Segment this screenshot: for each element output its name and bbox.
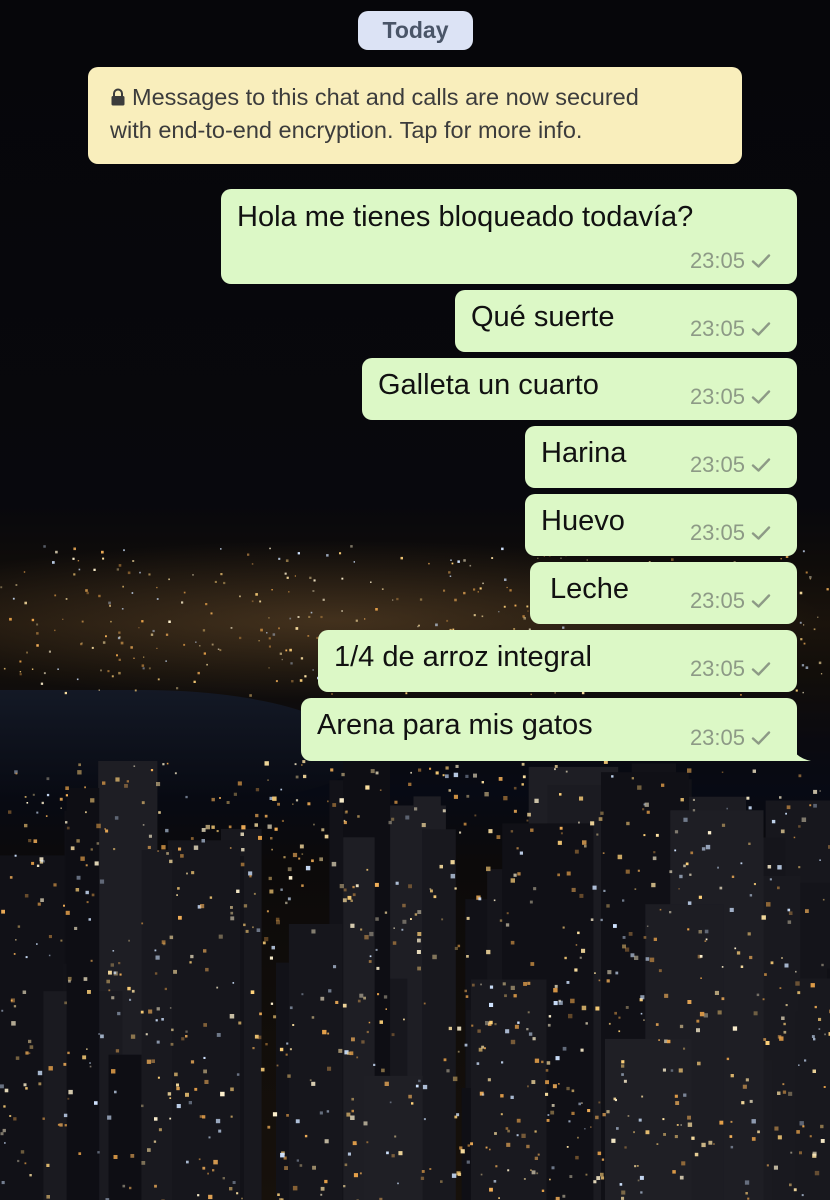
- message-time: 23:05: [689, 248, 745, 273]
- date-separator: Today: [358, 11, 473, 50]
- message-time: 23:05: [689, 656, 745, 681]
- encryption-notice-line-1: Messages to this chat and calls are now …: [110, 81, 724, 114]
- encryption-notice-line-2: with end-to-end encryption. Tap for more…: [110, 114, 724, 147]
- single-check-icon: [751, 458, 771, 472]
- message-time: 23:05: [689, 316, 745, 341]
- message-text: Arena para mis gatos: [317, 709, 593, 741]
- lock-icon: [111, 88, 125, 106]
- message-meta: 23:05: [690, 384, 771, 410]
- single-check-icon: [751, 254, 771, 268]
- single-check-icon: [751, 594, 771, 608]
- message-meta: 23:05: [690, 248, 771, 274]
- message-bubble[interactable]: Huevo 23:05: [525, 494, 797, 556]
- message-text: Harina: [541, 437, 627, 469]
- encryption-notice[interactable]: Messages to this chat and calls are now …: [88, 67, 742, 164]
- message-bubble[interactable]: Qué suerte 23:05: [455, 290, 797, 352]
- message-bubble[interactable]: Hola me tienes bloqueado todavía? 23:05: [221, 189, 797, 284]
- message-meta: 23:05: [690, 316, 771, 342]
- message-meta: 23:05: [690, 520, 771, 546]
- message-time: 23:05: [689, 384, 745, 409]
- message-meta: 23:05: [690, 452, 771, 478]
- single-check-icon: [751, 390, 771, 404]
- message-time: 23:05: [689, 725, 745, 750]
- message-bubble[interactable]: 1/4 de arroz integral 23:05: [318, 630, 797, 692]
- message-text: Huevo: [541, 505, 625, 537]
- single-check-icon: [751, 731, 771, 745]
- encryption-notice-text-2: with end-to-end encryption. Tap for more…: [110, 117, 583, 143]
- encryption-notice-text-1: Messages to this chat and calls are now …: [132, 84, 639, 110]
- message-meta: 23:05: [690, 725, 771, 751]
- message-bubble[interactable]: Harina 23:05: [525, 426, 797, 488]
- message-bubble[interactable]: Galleta un cuarto 23:05: [362, 358, 797, 420]
- message-meta: 23:05: [690, 656, 771, 682]
- message-meta: 23:05: [690, 588, 771, 614]
- message-text: Hola me tienes bloqueado todavía?: [237, 201, 694, 233]
- message-time: 23:05: [689, 588, 745, 613]
- single-check-icon: [751, 526, 771, 540]
- message-bubble[interactable]: Leche 23:05: [530, 562, 797, 624]
- single-check-icon: [751, 322, 771, 336]
- single-check-icon: [751, 662, 771, 676]
- message-text: Qué suerte: [471, 301, 615, 333]
- bubble-tail: [791, 743, 811, 761]
- message-text: Leche: [550, 573, 630, 605]
- message-text: Galleta un cuarto: [378, 369, 599, 401]
- message-time: 23:05: [689, 520, 745, 545]
- message-text: 1/4 de arroz integral: [334, 641, 592, 673]
- message-bubble[interactable]: Arena para mis gatos 23:05: [301, 698, 811, 761]
- message-time: 23:05: [689, 452, 745, 477]
